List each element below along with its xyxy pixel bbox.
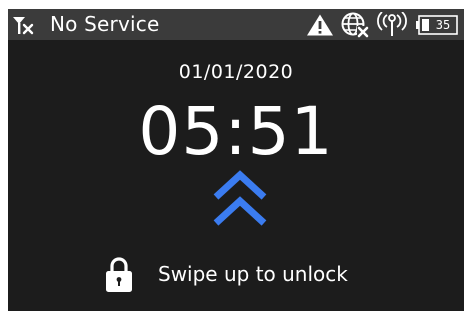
no-signal-icon xyxy=(13,16,34,34)
lock-screen[interactable]: No Service 35 01/01/2020 05:51 Swipe up … xyxy=(8,9,464,311)
unlock-hint-text: Swipe up to unlock xyxy=(158,262,348,286)
status-left: No Service xyxy=(12,9,159,40)
battery-level: 35 xyxy=(435,17,451,32)
unlock-hint: Swipe up to unlock xyxy=(104,254,348,294)
globe-x-icon xyxy=(341,12,369,37)
clock-time: 05:51 xyxy=(138,93,334,170)
carrier-label: No Service xyxy=(50,12,160,36)
warning-icon xyxy=(307,14,333,35)
lock-icon xyxy=(106,257,132,292)
status-bar: No Service 35 xyxy=(8,9,464,40)
radio-broadcast-icon xyxy=(377,11,407,36)
status-icons: 35 xyxy=(300,9,460,40)
double-chevron-up-icon[interactable] xyxy=(212,169,268,227)
battery-indicator: 35 xyxy=(416,14,460,36)
date-label: 01/01/2020 xyxy=(178,61,294,83)
